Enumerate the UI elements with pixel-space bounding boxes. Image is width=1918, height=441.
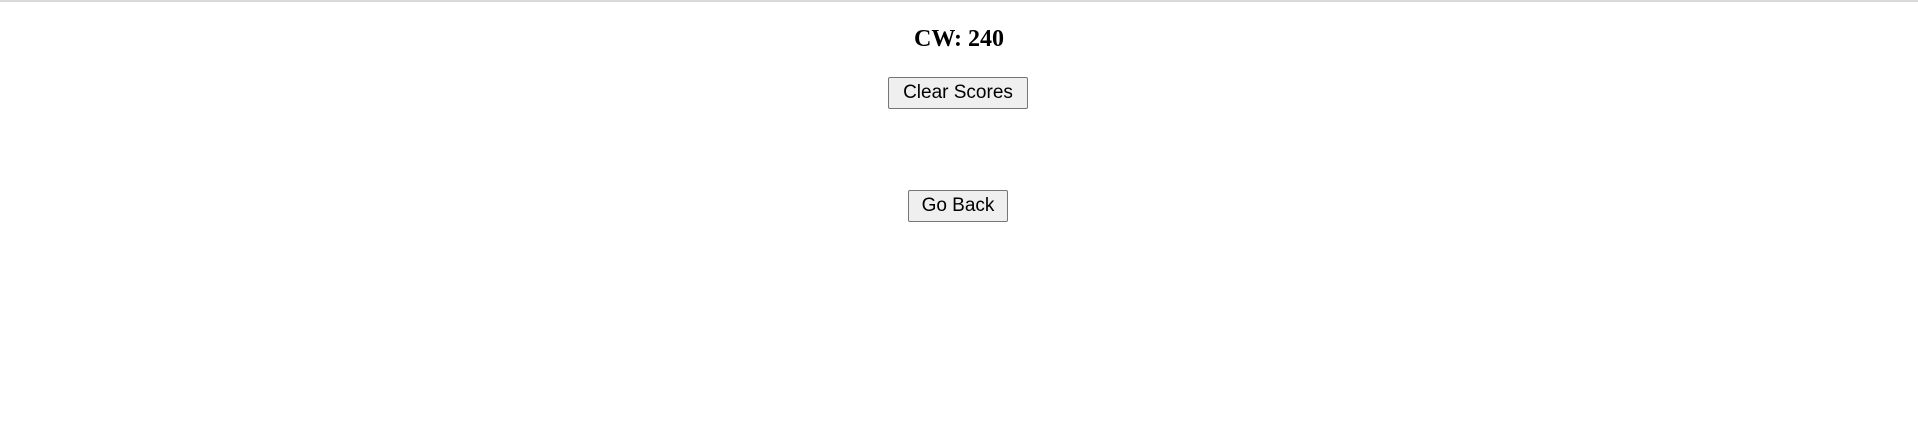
score-heading: CW: 240: [914, 26, 1004, 52]
go-back-button[interactable]: Go Back: [908, 190, 1008, 222]
clear-scores-button[interactable]: Clear Scores: [888, 77, 1028, 109]
top-divider: [0, 0, 1918, 2]
